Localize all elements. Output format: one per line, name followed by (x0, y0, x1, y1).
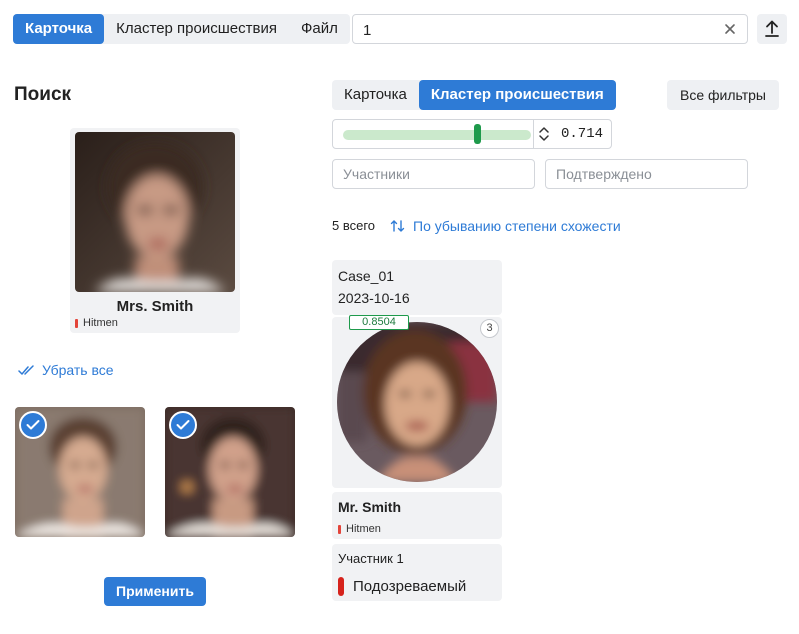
remove-all-label: Убрать все (42, 362, 114, 378)
selected-check-icon[interactable] (19, 411, 47, 439)
stepper-icon[interactable] (537, 125, 551, 143)
slider-handle[interactable] (473, 124, 481, 144)
similarity-threshold: 0.714 (332, 119, 612, 149)
query-tag: Hitmen (75, 317, 118, 329)
participant-label: Участник 1 (338, 551, 404, 566)
search-field[interactable] (352, 14, 748, 44)
tag-color-bar (338, 524, 341, 534)
tab-card[interactable]: Карточка (13, 14, 105, 44)
double-check-icon (18, 365, 34, 375)
upload-icon (765, 20, 779, 37)
selected-photo-2[interactable] (165, 407, 295, 537)
selected-photo-1[interactable] (15, 407, 145, 537)
similarity-score-badge: 0.8504 (349, 315, 409, 330)
remove-all-link[interactable]: Убрать все (18, 362, 114, 378)
results-count: 5 всего (332, 218, 376, 233)
confirmed-input[interactable] (556, 166, 736, 182)
search-input[interactable] (363, 20, 713, 40)
result-tag-label: Hitmen (346, 523, 381, 535)
role-color-bar (338, 577, 344, 596)
participant-role: Подозреваемый (353, 578, 467, 595)
photos-count-badge: 3 (480, 319, 499, 338)
all-filters-button[interactable]: Все фильтры (667, 80, 779, 110)
query-person-name: Mrs. Smith (116, 298, 194, 315)
result-tabs: Карточка Кластер происшествия (332, 80, 616, 110)
top-tabs: Карточка Кластер происшествия Файл (13, 14, 350, 44)
tab-incident-cluster[interactable]: Кластер происшествия (104, 14, 289, 44)
tab-file[interactable]: Файл (289, 14, 350, 44)
participants-input[interactable] (343, 166, 523, 182)
selected-check-icon[interactable] (169, 411, 197, 439)
sort-label: По убыванию степени схожести (413, 218, 621, 234)
result-case-name: Case_01 (338, 268, 395, 284)
result-person-name: Mr. Smith (338, 499, 402, 515)
query-tag-label: Hitmen (83, 317, 118, 329)
query-face-photo (75, 132, 235, 292)
result-tab-incident-cluster[interactable]: Кластер происшествия (418, 80, 616, 110)
sort-toggle[interactable]: По убыванию степени схожести (390, 218, 621, 234)
search-panel-title: Поиск (14, 84, 72, 105)
result-face-photo[interactable] (337, 322, 497, 482)
participants-filter[interactable] (332, 159, 535, 189)
tag-color-bar (75, 318, 78, 328)
slider-track[interactable] (343, 130, 531, 140)
apply-button[interactable]: Применить (104, 577, 206, 606)
close-icon[interactable] (721, 20, 739, 38)
slider-divider (533, 120, 534, 148)
sort-icon (390, 220, 405, 232)
result-case-date: 2023-10-16 (338, 290, 410, 306)
result-tab-card[interactable]: Карточка (332, 80, 419, 110)
upload-button[interactable] (757, 14, 787, 44)
query-card[interactable]: Mrs. Smith Hitmen (70, 128, 240, 333)
threshold-value[interactable]: 0.714 (561, 126, 603, 142)
confirmed-filter[interactable] (545, 159, 748, 189)
result-tag: Hitmen (338, 523, 381, 535)
